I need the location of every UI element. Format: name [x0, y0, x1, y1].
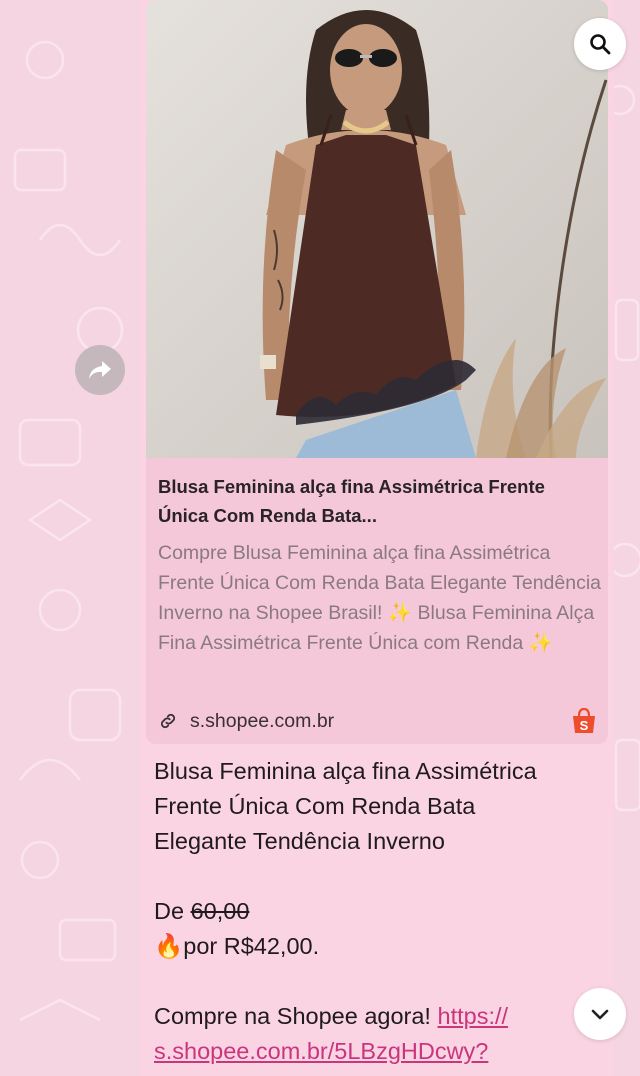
- forward-icon: [89, 361, 111, 379]
- link-icon: [160, 713, 176, 729]
- link-preview-card[interactable]: Blusa Feminina alça fina Assimétrica Fre…: [146, 0, 608, 744]
- message-line: Elegante Tendência Inverno: [154, 828, 445, 854]
- preview-description: Compre Blusa Feminina alça fina Assimétr…: [158, 542, 601, 654]
- preview-domain: s.shopee.com.br: [190, 709, 335, 732]
- price-from-label: De: [154, 898, 191, 924]
- product-photo: [146, 0, 608, 458]
- cta-line: Compre na Shopee agora! https://: [154, 999, 604, 1034]
- chevron-down-icon: [591, 1009, 609, 1020]
- old-price: 60,00: [190, 898, 250, 924]
- cta-text: Compre na Shopee agora!: [154, 1003, 438, 1029]
- price-from-line: De 60,00: [154, 894, 604, 929]
- search-icon: [590, 34, 611, 55]
- message-line: Frente Única Com Renda Bata: [154, 793, 476, 819]
- shopee-bag-icon: S: [573, 707, 595, 733]
- shopee-link-continued[interactable]: s.shopee.com.br/5LBzgHDcwy?: [154, 1038, 488, 1064]
- shopee-link[interactable]: https://: [438, 1003, 509, 1029]
- message-line: Blusa Feminina alça fina Assimétrica: [154, 758, 537, 784]
- search-button[interactable]: [574, 18, 626, 70]
- message-text: Blusa Feminina alça fina Assimétrica Fre…: [154, 754, 604, 1069]
- new-price: 🔥por R$42,00.: [154, 933, 320, 959]
- product-image[interactable]: [146, 0, 608, 458]
- preview-title: Blusa Feminina alça fina Assimétrica Fre…: [158, 476, 545, 526]
- svg-text:S: S: [580, 718, 589, 733]
- forward-button[interactable]: [75, 345, 125, 395]
- scroll-down-button[interactable]: [574, 988, 626, 1040]
- message-bubble: Blusa Feminina alça fina Assimétrica Fre…: [140, 0, 614, 1076]
- preview-domain-row[interactable]: s.shopee.com.br S: [158, 704, 598, 738]
